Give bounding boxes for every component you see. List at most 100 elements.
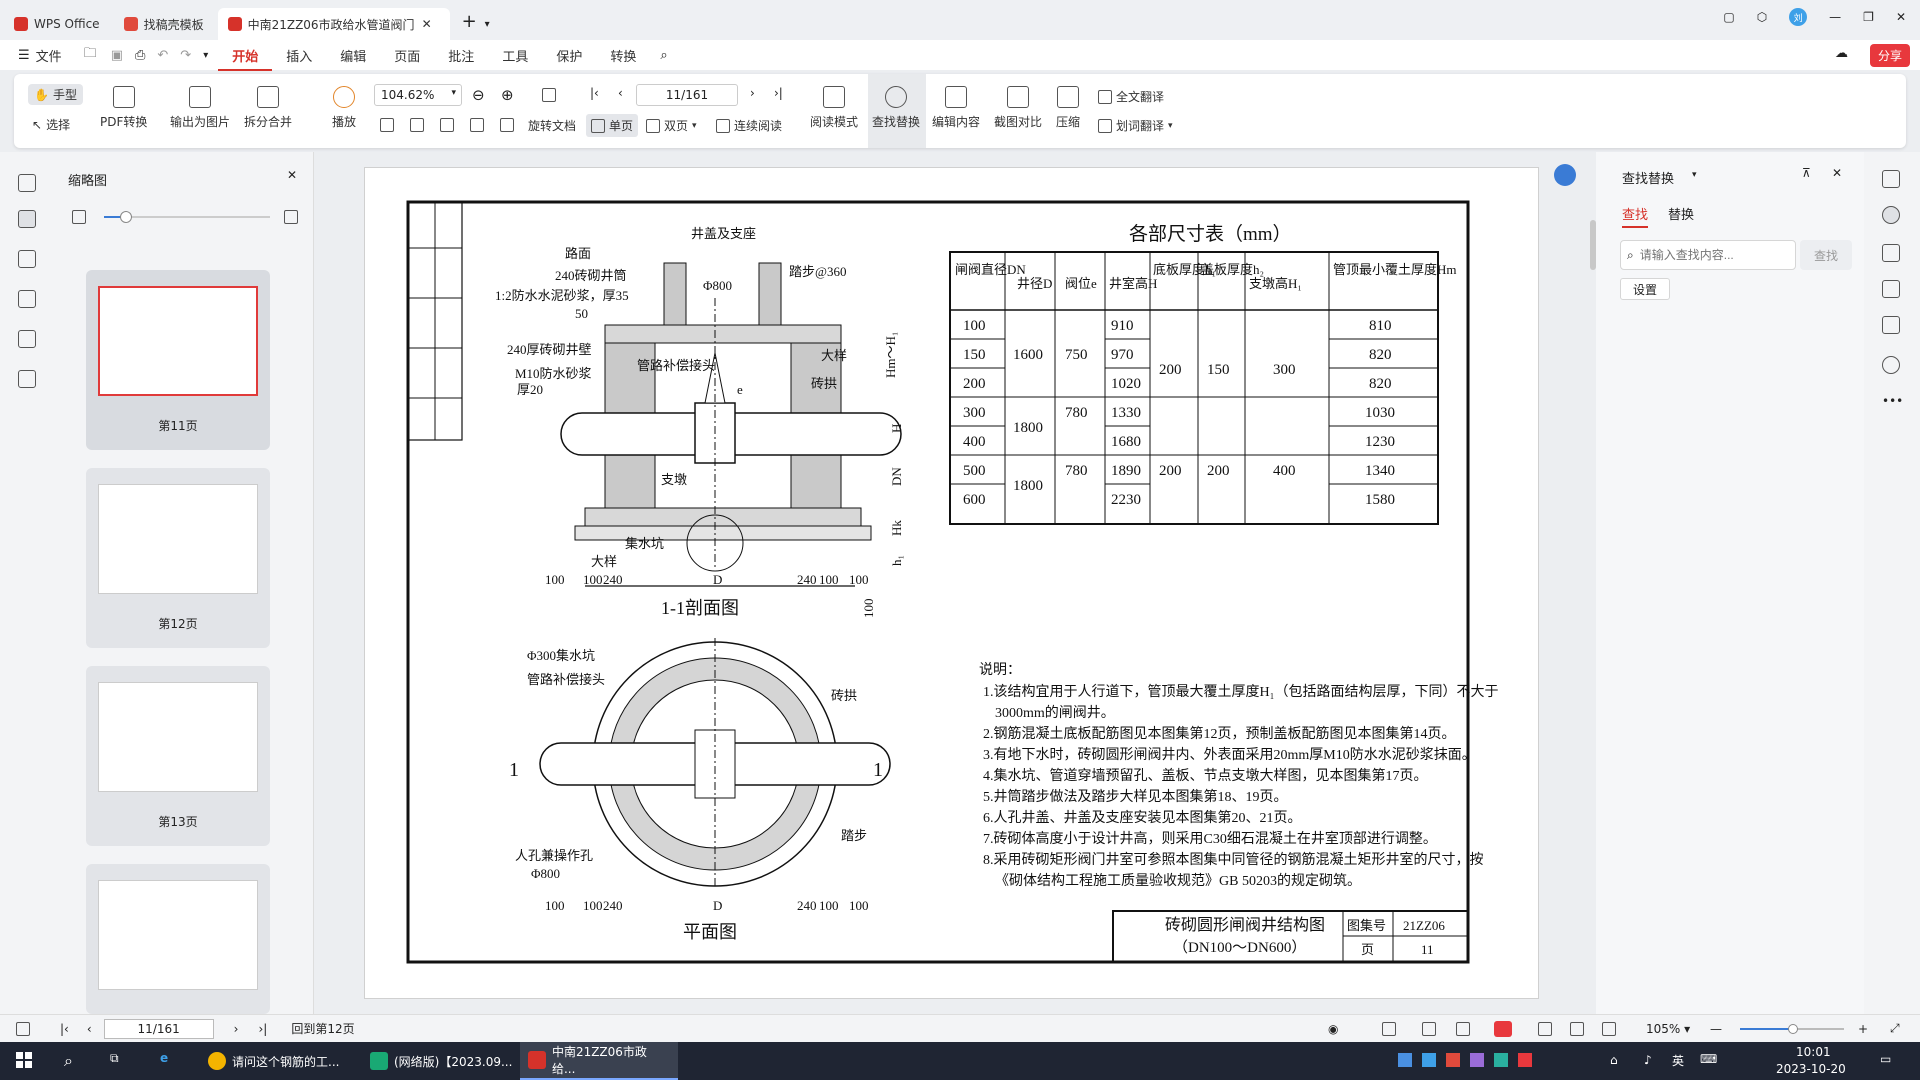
thumb-size-slider[interactable]	[104, 211, 270, 223]
prev-page-icon[interactable]: ‹	[618, 86, 623, 100]
new-tab-icon[interactable]: +	[462, 11, 477, 32]
read-mode-button[interactable]: 阅读模式	[810, 86, 858, 130]
thumbnail-icon[interactable]	[18, 210, 36, 228]
find-button[interactable]: 查找	[1800, 240, 1852, 270]
status-next-page-icon[interactable]: ›	[234, 1022, 239, 1036]
fit-width-status-icon[interactable]	[1602, 1021, 1616, 1036]
zoom-select[interactable]: 104.62% ▾	[374, 84, 462, 106]
single-view-icon[interactable]	[1422, 1021, 1436, 1036]
print-icon[interactable]: ⎙	[135, 48, 145, 63]
select-tool-button[interactable]: ↖ 选择	[32, 116, 70, 133]
actual-size-icon[interactable]	[380, 118, 394, 132]
find-side-icon[interactable]	[1882, 206, 1900, 224]
redo-icon[interactable]: ↷	[180, 48, 191, 63]
eye-icon[interactable]: ◉	[1328, 1022, 1338, 1036]
next-page-icon[interactable]: ›	[750, 86, 755, 100]
close-window-icon[interactable]: ✕	[1896, 10, 1906, 24]
tray-icons[interactable]	[1398, 1053, 1532, 1067]
more-chevron-icon[interactable]: ▾	[203, 50, 208, 61]
grid-view-icon[interactable]	[1538, 1021, 1552, 1036]
hand-tool-button[interactable]: ✋ 手型	[28, 84, 83, 105]
pdf-convert-button[interactable]: PDF转换	[100, 86, 147, 130]
volume-icon[interactable]: ♪	[1644, 1053, 1652, 1067]
rotate-right-icon[interactable]	[500, 118, 514, 132]
double-page-button[interactable]: 双页 ▾	[646, 117, 697, 134]
edit-content-button[interactable]: 编辑内容	[932, 86, 980, 130]
clock-date[interactable]: 2023-10-20	[1776, 1062, 1846, 1076]
panel-title-chevron-icon[interactable]: ▾	[1692, 170, 1697, 180]
tab-replace[interactable]: 替换	[1668, 204, 1694, 223]
close-panel-icon[interactable]: ✕	[287, 168, 297, 182]
small-thumb-icon[interactable]	[72, 210, 86, 224]
play-status-icon[interactable]	[1494, 1020, 1512, 1037]
double-view-icon[interactable]	[1456, 1021, 1470, 1036]
more-icon[interactable]: •••	[1882, 394, 1903, 408]
avatar[interactable]: 刘	[1789, 8, 1808, 26]
fullscreen-icon[interactable]: ⤢	[1890, 1021, 1900, 1036]
menu-insert[interactable]: 插入	[272, 46, 326, 65]
search-taskbar-icon[interactable]: ⌕	[64, 1051, 73, 1071]
status-zoom-in-icon[interactable]: +	[1858, 1022, 1868, 1036]
tab-template[interactable]: 找稿壳模板	[114, 8, 214, 40]
last-page-icon[interactable]: ›|	[774, 86, 783, 100]
status-zoom-out-icon[interactable]: —	[1710, 1022, 1722, 1036]
zoom-slider-handle[interactable]	[1788, 1024, 1798, 1034]
network-icon[interactable]: ⌂	[1610, 1053, 1618, 1067]
bookmark-search-icon[interactable]	[1882, 316, 1900, 334]
menu-file[interactable]: 文件	[30, 46, 76, 65]
menu-tools[interactable]: 工具	[488, 46, 542, 65]
menu-protect[interactable]: 保护	[542, 46, 596, 65]
folder-icon[interactable]: 🗀	[84, 44, 97, 66]
pin-icon[interactable]: ⊼	[1802, 166, 1811, 180]
status-last-page-icon[interactable]: ›|	[258, 1022, 267, 1036]
thumbnail-page-14[interactable]	[86, 864, 270, 1014]
sync-icon[interactable]	[1882, 244, 1900, 262]
fit-page-icon[interactable]	[410, 118, 424, 132]
notification-icon[interactable]: ▭	[1880, 1052, 1891, 1066]
thumbnail-page-12[interactable]: 第12页	[86, 468, 270, 648]
input-language[interactable]: 英	[1672, 1052, 1684, 1069]
status-zoom-slider[interactable]	[1740, 1024, 1844, 1034]
status-zoom-select[interactable]: 105% ▾	[1646, 1022, 1690, 1036]
save-icon[interactable]: ▣	[111, 48, 123, 63]
signature-icon[interactable]	[18, 330, 36, 348]
taskbar-app-task[interactable]: (网络版)【2023.09...	[362, 1042, 520, 1080]
split-merge-button[interactable]: 拆分合并	[244, 86, 292, 130]
first-page-icon[interactable]: |‹	[590, 86, 599, 100]
taskbar-chrome-task[interactable]: 请问这个钢筋的工...	[200, 1042, 347, 1080]
word-translate-button[interactable]: 划词翻译 ▾	[1098, 117, 1173, 134]
window-layout-icon[interactable]: ▢	[1723, 10, 1734, 24]
close-tab-icon[interactable]: ✕	[422, 17, 432, 31]
search-icon[interactable]: ⌕	[660, 48, 667, 63]
task-view-icon[interactable]: ⧉	[110, 1051, 119, 1066]
ie-icon[interactable]: e	[160, 1051, 168, 1065]
hamburger-icon[interactable]: ☰	[18, 48, 30, 63]
close-find-panel-icon[interactable]: ✕	[1832, 166, 1842, 180]
menu-start[interactable]: 开始	[218, 46, 273, 71]
rotate-doc-button[interactable]: 旋转文档	[528, 117, 576, 134]
tab-pdf-document[interactable]: 中南21ZZ06市政给水管道阀门 ✕	[217, 8, 450, 40]
share-button[interactable]: 分享	[1869, 44, 1910, 67]
minimize-icon[interactable]: —	[1829, 10, 1841, 24]
status-first-page-icon[interactable]: |‹	[60, 1022, 69, 1036]
compress-button[interactable]: 压缩	[1056, 86, 1080, 130]
menu-annotate[interactable]: 批注	[434, 46, 488, 65]
continuous-read-button[interactable]: 连续阅读	[716, 117, 782, 134]
adjust-icon[interactable]	[1882, 280, 1900, 298]
cube-icon[interactable]: ⬡	[1757, 10, 1767, 24]
taskbar-wps-task[interactable]: 中南21ZZ06市政给...	[520, 1042, 678, 1080]
bookmark-icon[interactable]	[18, 174, 36, 192]
single-page-button[interactable]: 单页	[586, 114, 639, 137]
keyboard-icon[interactable]: ⌨	[1700, 1052, 1717, 1066]
find-replace-button[interactable]: 查找替换	[872, 86, 920, 130]
page-tool-icon[interactable]	[542, 88, 556, 102]
screenshot-compare-button[interactable]: 截图对比	[994, 86, 1042, 130]
zoom-out-icon[interactable]: ⊖	[472, 86, 485, 104]
ai-assistant-icon[interactable]	[1554, 164, 1576, 186]
comment-icon[interactable]	[18, 250, 36, 268]
undo-icon[interactable]: ↶	[157, 48, 168, 63]
tab-wps-office[interactable]: WPS Office	[4, 8, 110, 40]
status-prev-page-icon[interactable]: ‹	[87, 1022, 92, 1036]
attachment-icon[interactable]	[18, 290, 36, 308]
zoom-in-icon[interactable]: ⊕	[501, 86, 514, 104]
